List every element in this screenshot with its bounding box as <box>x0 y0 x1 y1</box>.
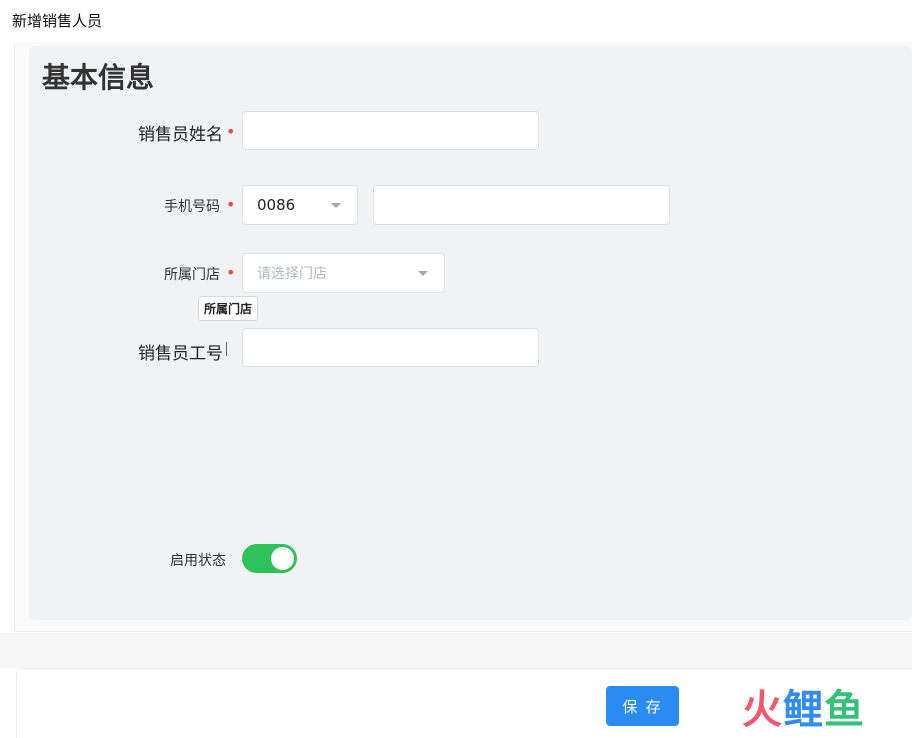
watermark-char-1: 火 <box>742 687 783 733</box>
phone-required-mark: • <box>226 195 236 214</box>
watermark-char-3: 鱼 <box>824 687 865 733</box>
store-label: 所属门店 <box>164 267 220 283</box>
phone-label: 手机号码 <box>164 199 220 215</box>
toggle-knob <box>271 547 294 570</box>
store-tooltip: 所属门店 <box>198 296 259 321</box>
text-cursor <box>226 342 227 356</box>
watermark-logo: 火鲤鱼 <box>742 690 865 730</box>
country-code-select[interactable]: 0086 <box>242 185 358 225</box>
employee-no-label: 销售员工号 <box>138 344 223 364</box>
store-placeholder: 请选择门店 <box>257 266 327 282</box>
chevron-down-icon <box>331 203 341 208</box>
name-input[interactable] <box>242 111 539 150</box>
page-title: 新增销售人员 <box>12 12 103 30</box>
employee-no-input[interactable] <box>242 328 539 367</box>
watermark-char-2: 鲤 <box>783 687 824 733</box>
country-code-value: 0086 <box>257 196 296 214</box>
status-label: 启用状态 <box>170 553 226 569</box>
status-toggle[interactable] <box>242 544 297 573</box>
section-title: 基本信息 <box>42 61 155 94</box>
footer-separator <box>0 633 912 668</box>
chevron-down-icon <box>418 271 428 276</box>
name-required-mark: • <box>226 122 236 141</box>
name-label: 销售员姓名 <box>138 125 223 145</box>
store-select[interactable]: 请选择门店 <box>242 253 445 293</box>
store-required-mark: • <box>226 263 236 282</box>
phone-input[interactable] <box>373 185 670 225</box>
save-button[interactable]: 保 存 <box>606 686 679 726</box>
